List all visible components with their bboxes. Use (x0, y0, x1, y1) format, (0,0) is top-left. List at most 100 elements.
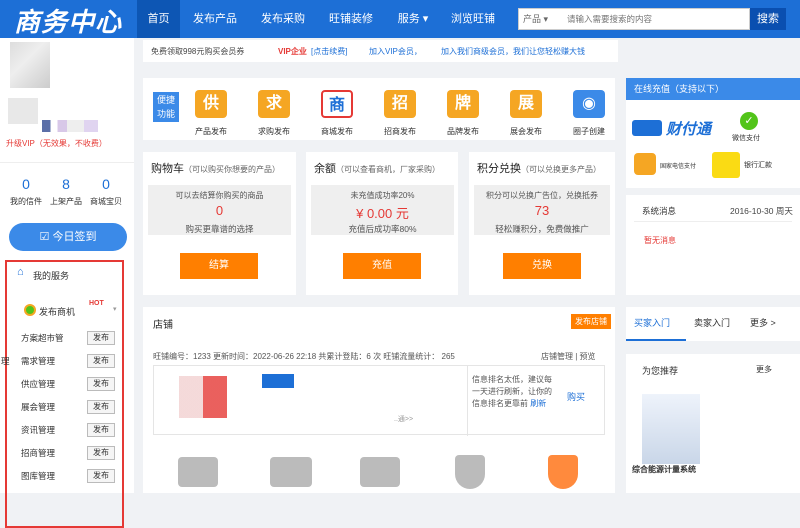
vip-label: VIP企业 (278, 47, 307, 56)
redeem-button[interactable]: 兑换 (503, 253, 581, 279)
quick-exhibition-publish[interactable]: 展会发布 (501, 126, 551, 137)
service-publish-button[interactable]: 发布 (87, 469, 115, 483)
hot-badge: HOT (89, 300, 104, 307)
service-item-cut: 理 (1, 356, 10, 366)
shop-panel: 店铺 发布店铺 旺铺编号：1233 更新时间：2022-06-26 22:18 … (143, 307, 615, 493)
shop-logo[interactable] (179, 376, 227, 418)
integrity-icon[interactable] (548, 455, 578, 489)
product-thumbnail[interactable] (642, 394, 700, 464)
nav-shop-decor[interactable]: 旺铺装修 (320, 0, 382, 38)
shop-more-link[interactable]: ..通>> (394, 414, 413, 424)
product-title[interactable]: 综合能源计量系统 (632, 464, 696, 475)
points-title: 积分兑换（可以兑换更多产品） (477, 163, 601, 175)
service-publish-button[interactable]: 发布 (87, 377, 115, 391)
publish-icon (24, 304, 36, 316)
quick-mall-publish[interactable]: 商城发布 (312, 126, 362, 137)
service-item[interactable]: 需求管理 (21, 355, 55, 367)
service-item[interactable]: 图库管理 (21, 470, 55, 482)
recharge-button[interactable]: 充值 (343, 253, 421, 279)
refresh-link[interactable]: 刷新 (530, 399, 546, 408)
left-sidebar: 升级VIP（无效果，不收费） 0 8 0 我的信件 上架产品 商城宝贝 ☑ 今日… (0, 38, 134, 528)
supply-icon[interactable]: 供 (195, 90, 227, 118)
quick-invest-publish[interactable]: 招商发布 (375, 126, 425, 137)
stat-mall-count[interactable]: 0 (86, 176, 126, 192)
points-value: 73 (534, 203, 550, 218)
points-desc: 积分可以兑换广告位，兑换抵券 (486, 191, 598, 200)
search-box: 产品 ▾ (518, 8, 750, 30)
brand-icon[interactable]: 牌 (447, 90, 479, 118)
checkin-button[interactable]: ☑ 今日签到 (9, 223, 127, 251)
service-publish-button[interactable]: 发布 (87, 354, 115, 368)
balance-value: ¥ 0.00 元 (356, 206, 409, 221)
no-message: 暂无消息 (644, 236, 676, 245)
username-blur (8, 98, 38, 124)
exhibition-icon[interactable]: 展 (510, 90, 542, 118)
join-senior-link[interactable]: 加入我们商级会员，我们让您轻松赚大钱 (441, 46, 585, 57)
telecom-pay-label: 国家电信支付 (660, 164, 697, 170)
badges-blur (42, 120, 112, 132)
wechat-pay-icon[interactable]: ✓ (740, 112, 758, 130)
tab-seller-guide[interactable]: 卖家入门 (694, 316, 730, 329)
mall-icon[interactable]: 商 (321, 90, 353, 118)
shop-manage-links[interactable]: 店铺管理 | 预览 (541, 351, 596, 362)
shield-icon[interactable] (455, 455, 485, 489)
upgrade-vip-link[interactable]: 升级VIP（无效果，不收费） (6, 138, 107, 149)
system-message-panel: 系统消息 2016-10-30 周天 暂无消息 (626, 195, 800, 295)
tab-buyer-guide[interactable]: 买家入门 (634, 316, 670, 329)
investment-icon[interactable]: 招 (384, 90, 416, 118)
quick-purchase-publish[interactable]: 求购发布 (249, 126, 299, 137)
tenpay-logo-icon[interactable] (632, 120, 662, 136)
service-publish-button[interactable]: 发布 (87, 400, 115, 414)
nav-browse-shop[interactable]: 浏览旺铺 (442, 0, 504, 38)
nav-service[interactable]: 服务 ▾ (390, 0, 436, 38)
nav-publish-product[interactable]: 发布产品 (184, 0, 246, 38)
license-icon[interactable] (270, 457, 312, 487)
nav-publish-purchase[interactable]: 发布采购 (252, 0, 314, 38)
buy-link[interactable]: 购买 (567, 390, 585, 403)
service-item[interactable]: 资讯管理 (21, 424, 55, 436)
balance-title: 余额（可以查看商机，厂家采购） (314, 163, 440, 175)
quick-product-publish[interactable]: 产品发布 (186, 126, 236, 137)
service-publish-button[interactable]: 发布 (87, 331, 115, 345)
renew-link[interactable]: [点击续费] (311, 46, 347, 57)
tenpay-brand[interactable]: 财付通 (666, 118, 711, 139)
search-category[interactable]: 产品 ▾ (523, 9, 548, 29)
points-desc2: 轻松赚积分，免费做推广 (495, 224, 589, 234)
publish-opportunity[interactable]: 发布商机 (39, 305, 75, 318)
logo[interactable]: 商务中心 (14, 2, 122, 39)
recommend-panel: 为您推荐 更多 综合能源计量系统 (626, 354, 800, 493)
demand-icon[interactable]: 求 (258, 90, 290, 118)
checkout-button[interactable]: 结算 (180, 253, 258, 279)
stat-mail-count[interactable]: 0 (6, 176, 46, 192)
id-card-icon[interactable] (178, 457, 218, 487)
service-item[interactable]: 招商管理 (21, 447, 55, 459)
chevron-down-icon[interactable]: ▾ (113, 305, 117, 313)
cart-value: 0 (215, 203, 224, 218)
publish-shop-button[interactable]: 发布店铺 (571, 314, 611, 329)
search-button[interactable]: 搜索 (750, 8, 786, 30)
services-title[interactable]: 我的服务 (33, 269, 69, 282)
avatar[interactable] (10, 42, 50, 88)
stat-products-count[interactable]: 8 (46, 176, 86, 192)
quick-functions: 便捷功能 供 产品发布 求 求购发布 商 商城发布 招 招商发布 牌 品牌发布 … (143, 78, 615, 140)
message-title: 系统消息 (642, 206, 677, 216)
certificate-icon[interactable] (360, 457, 400, 487)
service-item[interactable]: 方案超市管 (21, 332, 64, 344)
telecom-pay-icon[interactable] (634, 153, 656, 175)
quick-circle-create[interactable]: 圈子创建 (564, 126, 614, 137)
tab-more[interactable]: 更多 > (750, 316, 776, 329)
service-item[interactable]: 展会管理 (21, 401, 55, 413)
bank-transfer-icon[interactable] (712, 152, 740, 178)
search-input[interactable] (567, 11, 747, 27)
quick-brand-publish[interactable]: 品牌发布 (438, 126, 488, 137)
join-vip-link[interactable]: 加入VIP会员， (369, 46, 422, 57)
cart-desc2: 购买更靠谱的选择 (185, 224, 254, 234)
shop-title: 店铺 (153, 320, 173, 331)
nav-home[interactable]: 首页 (137, 0, 180, 38)
recommend-more[interactable]: 更多 (756, 364, 772, 375)
service-publish-button[interactable]: 发布 (87, 446, 115, 460)
service-item[interactable]: 供应管理 (21, 378, 55, 390)
service-publish-button[interactable]: 发布 (87, 423, 115, 437)
circle-icon[interactable]: ◉ (573, 90, 605, 118)
message-date: 2016-10-30 周天 (730, 206, 793, 216)
